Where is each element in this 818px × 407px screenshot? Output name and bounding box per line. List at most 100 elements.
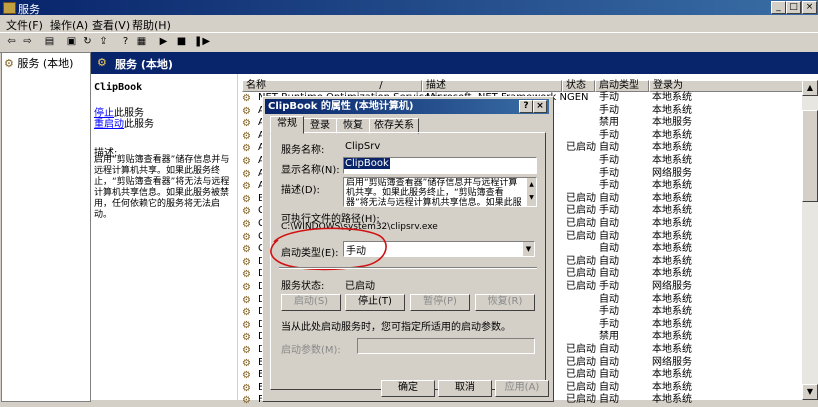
stop-button[interactable]: 停止(T) bbox=[345, 294, 405, 311]
gear-icon: ⚙ bbox=[242, 269, 251, 281]
column-header-name[interactable]: 名称 / bbox=[242, 80, 422, 92]
column-header-logon[interactable]: 登录为 bbox=[649, 80, 804, 92]
gear-icon: ⚙ bbox=[242, 244, 251, 256]
cancel-button[interactable]: 取消 bbox=[438, 380, 492, 397]
row-logon: 本地系统 bbox=[652, 129, 692, 141]
column-header-description[interactable]: 描述 bbox=[422, 80, 562, 92]
row-startup: 自动 bbox=[599, 293, 619, 305]
row-startup: 自动 bbox=[599, 268, 619, 280]
gear-icon: ⚙ bbox=[242, 193, 251, 205]
forward-icon[interactable]: ⇨ bbox=[20, 35, 35, 49]
dialog-help-button[interactable]: ? bbox=[519, 100, 533, 113]
ok-button[interactable]: 确定 bbox=[381, 380, 435, 397]
row-startup: 自动 bbox=[599, 218, 619, 229]
dialog-close-button[interactable]: × bbox=[533, 100, 547, 113]
service-status-value: 已启动 bbox=[345, 281, 375, 292]
description-scrollbar[interactable]: ▲ ▼ bbox=[527, 178, 536, 206]
gear-icon: ⚙ bbox=[97, 56, 107, 69]
column-header-startup[interactable]: 启动类型 bbox=[595, 80, 649, 92]
description-field-text: 启用“剪贴簿查看器”储存信息并与远程计算机共享。如果此服务终止，“剪贴簿查看器”… bbox=[346, 178, 522, 207]
pause-button[interactable]: 暂停(P) bbox=[410, 294, 470, 311]
properties-icon[interactable]: ▣ bbox=[64, 35, 79, 49]
resume-button[interactable]: 恢复(R) bbox=[475, 294, 535, 311]
tab-general[interactable]: 常规 bbox=[270, 116, 304, 134]
pause-icon[interactable]: ❚▶ bbox=[192, 35, 212, 49]
start-button[interactable]: 启动(S) bbox=[281, 294, 341, 311]
row-status: 已启动 bbox=[566, 205, 596, 217]
row-status: 已启动 bbox=[566, 230, 596, 242]
display-name-label: 显示名称(N): bbox=[281, 165, 340, 176]
tree-node-services-local[interactable]: ⚙ 服务 (本地) bbox=[4, 55, 73, 71]
description-text: 启用“剪贴簿查看器”储存信息并与远程计算机共享。如果此服务终止，“剪贴簿查看器”… bbox=[94, 155, 230, 220]
services-list-scrollbar[interactable]: ▲ ▼ bbox=[802, 80, 818, 400]
gear-icon: ⚙ bbox=[242, 294, 251, 306]
window-titlebar[interactable]: 服务 _ □ × bbox=[0, 0, 818, 16]
row-status: 已启动 bbox=[566, 369, 596, 381]
start-params-field[interactable] bbox=[357, 338, 535, 354]
row-status: 已启动 bbox=[566, 344, 596, 355]
row-startup: 手动 bbox=[599, 318, 619, 330]
maximize-button[interactable]: □ bbox=[786, 1, 801, 14]
dialog-titlebar[interactable]: ClipBook 的属性 (本地计算机) ? × bbox=[265, 99, 549, 114]
row-status: 已启动 bbox=[566, 381, 596, 393]
gear-icon: ⚙ bbox=[4, 57, 14, 70]
back-icon[interactable]: ⇦ bbox=[4, 35, 19, 49]
row-logon: 本地系统 bbox=[652, 218, 692, 229]
apply-button[interactable]: 应用(A) bbox=[495, 380, 549, 397]
row-status: 已启动 bbox=[566, 142, 596, 154]
row-startup: 自动 bbox=[599, 255, 619, 267]
row-logon: 本地系统 bbox=[652, 205, 692, 217]
row-logon: 本地系统 bbox=[652, 318, 692, 330]
description-field[interactable]: 启用“剪贴簿查看器”储存信息并与远程计算机共享。如果此服务终止，“剪贴簿查看器”… bbox=[343, 177, 537, 207]
display-name-value: ClipBook bbox=[344, 158, 390, 169]
start-params-hint: 当从此处启动服务时，您可指定所适用的启动参数。 bbox=[281, 322, 511, 333]
gear-icon: ⚙ bbox=[242, 219, 251, 230]
refresh-icon[interactable]: ↻ bbox=[80, 35, 95, 49]
row-logon: 本地系统 bbox=[652, 369, 692, 381]
sort-indicator: / bbox=[379, 80, 383, 91]
scroll-thumb[interactable] bbox=[802, 110, 818, 202]
display-name-field[interactable]: ClipBook bbox=[343, 157, 537, 174]
row-startup: 手动 bbox=[599, 180, 619, 192]
row-startup: 手动 bbox=[599, 167, 619, 179]
service-status-label: 服务状态: bbox=[281, 281, 325, 292]
restart-link-suffix: 此服务 bbox=[124, 119, 154, 130]
minimize-button[interactable]: _ bbox=[771, 1, 786, 14]
scroll-up-button[interactable]: ▲ bbox=[802, 80, 818, 96]
row-startup: 自动 bbox=[599, 394, 619, 406]
menu-help[interactable]: 帮助(H) bbox=[132, 17, 171, 33]
gear-icon: ⚙ bbox=[242, 319, 251, 331]
toolbar: ⇦ ⇨ ▤ ▣ ↻ ⇪ ? ▦ ▶ ■ ❚▶ bbox=[0, 32, 818, 53]
row-logon: 本地系统 bbox=[652, 142, 692, 154]
description-field-label: 描述(D): bbox=[281, 185, 320, 196]
row-startup: 手动 bbox=[599, 104, 619, 116]
scroll-down-button[interactable]: ▼ bbox=[802, 384, 818, 400]
row-logon: 本地系统 bbox=[652, 243, 692, 255]
row-status: 已启动 bbox=[566, 356, 596, 368]
row-startup: 自动 bbox=[599, 381, 619, 393]
gear-icon: ⚙ bbox=[242, 282, 251, 293]
general-tab-panel: 服务名称: ClipSrv 显示名称(N): ClipBook 描述(D): 启… bbox=[270, 132, 546, 390]
help-icon[interactable]: ? bbox=[118, 35, 133, 49]
row-startup: 自动 bbox=[599, 192, 619, 204]
row-logon: 网络服务 bbox=[652, 281, 692, 292]
export-icon[interactable]: ⇪ bbox=[96, 35, 111, 49]
restart-service-link[interactable]: 重启动 bbox=[94, 119, 124, 130]
menu-action[interactable]: 操作(A) bbox=[50, 17, 88, 33]
menu-view[interactable]: 查看(V) bbox=[92, 17, 130, 33]
row-logon: 本地系统 bbox=[652, 331, 692, 343]
gear-icon: ⚙ bbox=[242, 206, 251, 218]
console-icon[interactable]: ▦ bbox=[134, 35, 149, 49]
row-startup: 自动 bbox=[599, 344, 619, 355]
chevron-down-icon[interactable]: ▼ bbox=[523, 242, 534, 256]
stop-icon[interactable]: ■ bbox=[174, 35, 189, 49]
menu-file[interactable]: 文件(F) bbox=[6, 17, 43, 33]
show-tree-icon[interactable]: ▤ bbox=[42, 35, 57, 49]
column-name-label: 名称 bbox=[246, 80, 266, 91]
start-icon[interactable]: ▶ bbox=[156, 35, 171, 49]
row-startup: 手动 bbox=[599, 205, 619, 217]
close-button[interactable]: × bbox=[802, 1, 817, 14]
column-header-status[interactable]: 状态 bbox=[562, 80, 595, 92]
gear-icon: ⚙ bbox=[242, 181, 251, 193]
properties-dialog: ClipBook 的属性 (本地计算机) ? × 常规 登录 恢复 依存关系 服… bbox=[262, 96, 554, 402]
